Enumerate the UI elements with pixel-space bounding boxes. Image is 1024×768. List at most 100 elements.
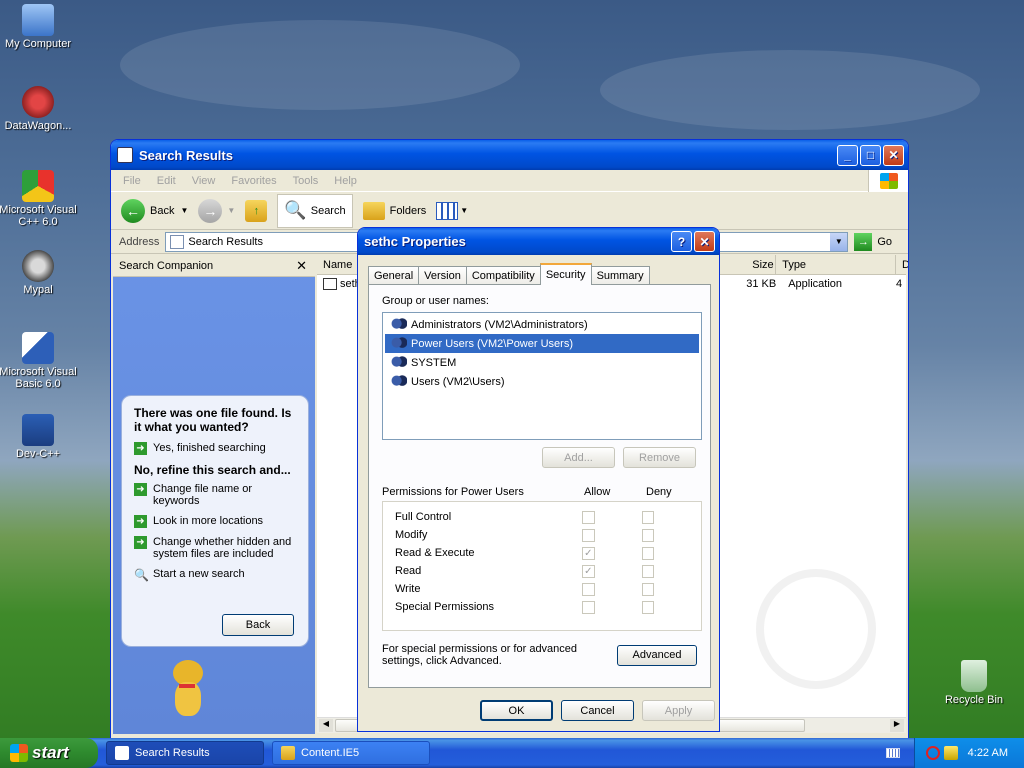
- list-item[interactable]: Users (VM2\Users): [385, 372, 699, 391]
- desktop-icon-devcpp[interactable]: Dev-C++: [0, 414, 80, 460]
- column-size[interactable]: Size: [746, 255, 777, 274]
- minimize-button[interactable]: _: [837, 144, 858, 166]
- advanced-button[interactable]: Advanced: [617, 644, 697, 666]
- companion-back-button[interactable]: Back: [222, 614, 294, 636]
- scroll-left-icon[interactable]: ◀: [319, 719, 333, 732]
- list-item[interactable]: SYSTEM: [385, 353, 699, 372]
- deny-checkbox[interactable]: [641, 510, 655, 524]
- deny-checkbox[interactable]: [641, 528, 655, 542]
- file-size: 31 KB: [746, 278, 777, 290]
- menu-file[interactable]: File: [115, 175, 149, 187]
- allow-checkbox[interactable]: [582, 510, 595, 524]
- start-label: start: [32, 743, 69, 762]
- menu-help[interactable]: Help: [326, 175, 365, 187]
- task-search-results[interactable]: Search Results: [106, 741, 264, 765]
- back-button[interactable]: ← Back ▼: [121, 198, 188, 223]
- tab-compatibility[interactable]: Compatibility: [465, 266, 541, 285]
- keyboard-icon[interactable]: [886, 748, 900, 758]
- allow-checkbox[interactable]: [582, 600, 595, 614]
- chevron-down-icon[interactable]: ▼: [227, 206, 235, 215]
- green-arrow-icon: ➜: [134, 442, 147, 455]
- scroll-right-icon[interactable]: ▶: [890, 719, 904, 732]
- devcpp-icon: [22, 414, 54, 446]
- user-list[interactable]: Administrators (VM2\Administrators) Powe…: [382, 312, 702, 440]
- tab-general[interactable]: General: [368, 266, 420, 285]
- go-button[interactable]: → Go: [854, 232, 892, 251]
- column-name[interactable]: Name: [317, 255, 361, 274]
- file-date: 4: [896, 278, 903, 290]
- menu-favorites[interactable]: Favorites: [223, 175, 284, 187]
- desktop-icon-visual-basic[interactable]: Microsoft Visual Basic 6.0: [0, 332, 80, 390]
- up-folder-button[interactable]: ↑: [245, 199, 268, 222]
- menu-tools[interactable]: Tools: [285, 175, 327, 187]
- chevron-down-icon[interactable]: ▼: [180, 206, 188, 215]
- close-button[interactable]: ✕: [883, 144, 904, 166]
- watermark-magnifier-icon: [756, 569, 876, 689]
- folders-label: Folders: [389, 204, 427, 217]
- address-dropdown-button[interactable]: ▼: [830, 232, 848, 251]
- option-finished[interactable]: ➜ Yes, finished searching: [134, 442, 296, 455]
- deny-checkbox[interactable]: [641, 582, 655, 596]
- network-icon[interactable]: [943, 746, 958, 760]
- desktop-icon-visual-cpp[interactable]: Microsoft Visual C++ 6.0: [0, 170, 80, 228]
- allow-checkbox[interactable]: ✓: [582, 564, 595, 578]
- user-name: Users (VM2\Users): [411, 375, 505, 388]
- window-titlebar[interactable]: Search Results _ □ ✕: [111, 140, 908, 170]
- desktop-icon-datawagon[interactable]: DataWagon...: [0, 86, 80, 132]
- cancel-button[interactable]: Cancel: [561, 700, 634, 721]
- option-new-search[interactable]: 🔍 Start a new search: [134, 568, 296, 582]
- add-button[interactable]: Add...: [542, 447, 615, 468]
- option-change-name[interactable]: ➜ Change file name or keywords: [134, 483, 296, 507]
- maximize-button[interactable]: □: [860, 144, 881, 166]
- permission-name: Read & Execute: [395, 547, 475, 559]
- tab-version[interactable]: Version: [418, 266, 467, 285]
- deny-checkbox[interactable]: [641, 600, 655, 614]
- computer-icon: [22, 4, 54, 36]
- chevron-down-icon[interactable]: ▼: [460, 206, 468, 215]
- permission-name: Read: [395, 565, 422, 577]
- list-item[interactable]: Administrators (VM2\Administrators): [385, 315, 699, 334]
- user-name: SYSTEM: [411, 356, 457, 369]
- desktop-icon-label: Dev-C++: [15, 448, 61, 460]
- permission-name: Special Permissions: [395, 601, 495, 613]
- desktop-icon-mypal[interactable]: Mypal: [0, 250, 80, 296]
- list-item[interactable]: Power Users (VM2\Power Users): [385, 334, 699, 353]
- task-label: Search Results: [135, 747, 210, 759]
- permissions-header: Permissions for Power Users Allow Deny: [382, 486, 697, 498]
- desktop-icon-recycle-bin[interactable]: Recycle Bin: [932, 660, 1016, 706]
- option-label: Look in more locations: [153, 515, 264, 527]
- deny-checkbox[interactable]: [641, 564, 655, 578]
- security-alert-icon[interactable]: [925, 746, 940, 760]
- dialog-close-button[interactable]: ✕: [694, 231, 715, 252]
- option-hidden-files[interactable]: ➜ Change whether hidden and system files…: [134, 536, 296, 560]
- allow-checkbox[interactable]: [582, 582, 595, 596]
- allow-checkbox[interactable]: [582, 528, 595, 542]
- deny-checkbox[interactable]: [641, 546, 655, 560]
- menu-edit[interactable]: Edit: [149, 175, 184, 187]
- apply-button[interactable]: Apply: [642, 700, 715, 721]
- tab-summary[interactable]: Summary: [590, 266, 650, 285]
- option-more-locations[interactable]: ➜ Look in more locations: [134, 515, 296, 528]
- remove-button[interactable]: Remove: [623, 447, 696, 468]
- menu-view[interactable]: View: [184, 175, 224, 187]
- folders-button[interactable]: Folders: [362, 201, 427, 220]
- help-button[interactable]: ?: [671, 231, 692, 252]
- search-dog-icon[interactable]: [165, 660, 213, 726]
- task-content-ie5[interactable]: Content.IE5: [272, 741, 430, 765]
- forward-button[interactable]: → ▼: [198, 198, 235, 223]
- companion-bubble: There was one file found. Is it what you…: [121, 395, 309, 647]
- permission-row: Full Control: [383, 508, 701, 526]
- search-button[interactable]: 🔍 Search: [277, 193, 353, 228]
- desktop-icon-my-computer[interactable]: My Computer: [0, 4, 80, 50]
- file-name-cell: seth: [317, 278, 361, 290]
- tab-security[interactable]: Security: [539, 263, 592, 285]
- views-button[interactable]: ▼: [436, 201, 468, 220]
- ok-button[interactable]: OK: [480, 700, 553, 721]
- forward-arrow-icon: →: [198, 198, 223, 223]
- start-button[interactable]: start: [0, 738, 98, 768]
- allow-checkbox[interactable]: ✓: [582, 546, 595, 560]
- column-date[interactable]: D: [896, 255, 908, 274]
- column-type[interactable]: Type: [776, 255, 896, 274]
- close-icon[interactable]: ✕: [296, 258, 307, 274]
- dialog-titlebar[interactable]: sethc Properties ? ✕: [358, 228, 719, 255]
